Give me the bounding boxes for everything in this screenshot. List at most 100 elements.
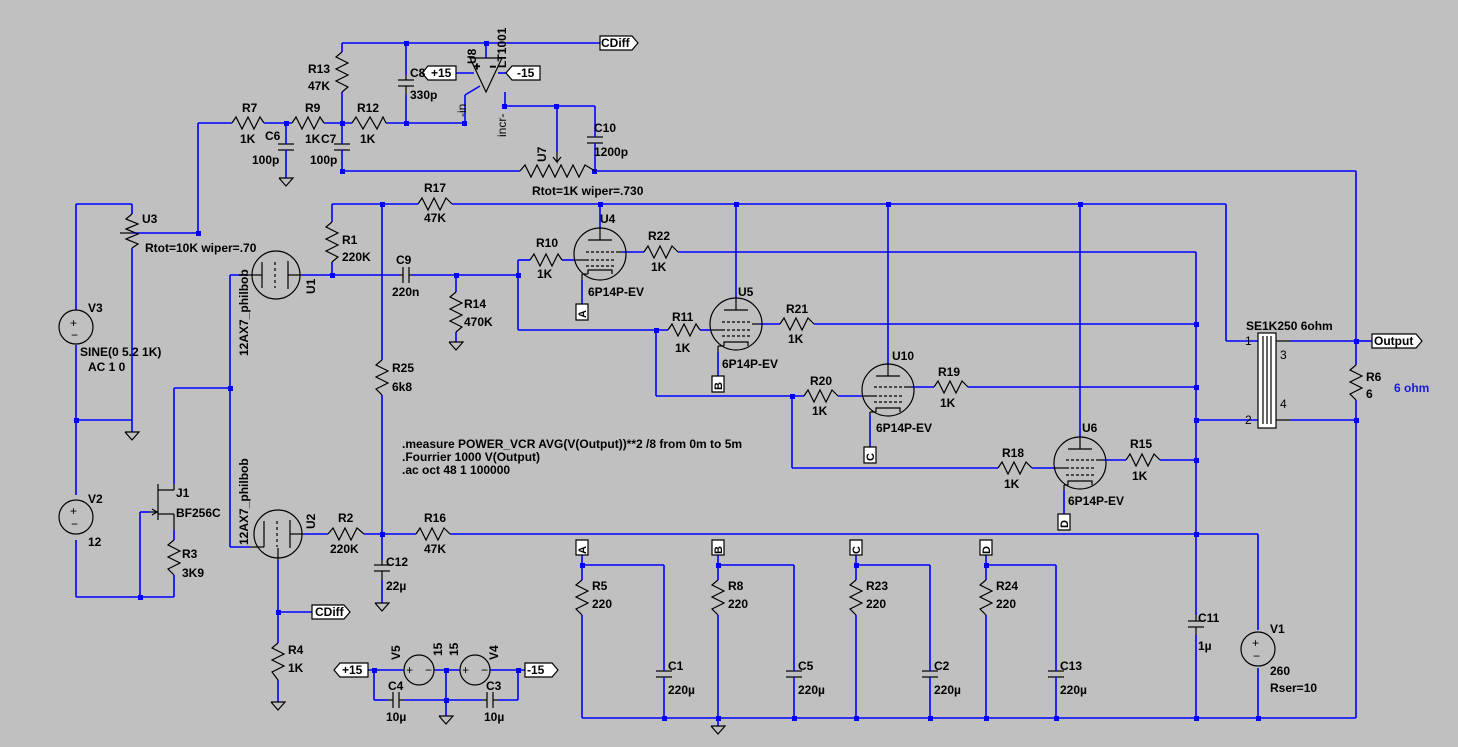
label-r11: R11 <box>672 310 694 324</box>
svg-text:+: + <box>406 663 413 677</box>
value-r10: 1K <box>537 267 553 281</box>
label-v1: V1 <box>1270 622 1285 636</box>
value-r18: 1K <box>1004 477 1020 491</box>
directive-fourier[interactable]: .Fourrier 1000 V(Output) <box>402 450 540 464</box>
svg-text:+: + <box>462 663 469 677</box>
svg-text:−: − <box>1253 649 1260 663</box>
resistor-r17 <box>417 196 453 212</box>
label-v3: V3 <box>88 301 103 315</box>
label-u6: U6 <box>1082 421 1098 435</box>
label-c13: C13 <box>1060 659 1082 673</box>
value-u8: LT1001 <box>495 27 509 68</box>
label-r24: R24 <box>996 579 1018 593</box>
resistor-r19 <box>933 379 969 395</box>
resistor-r20 <box>803 388 839 404</box>
capacitors <box>278 75 1204 708</box>
resistor-r23 <box>848 579 864 616</box>
value-r23: 220 <box>866 597 886 611</box>
flag-cdiff-top: CDiff <box>601 36 631 50</box>
triode-u2 <box>250 509 304 560</box>
svg-text:−: − <box>481 663 488 677</box>
resistor-r6 <box>1348 364 1364 401</box>
label-c6: C6 <box>265 129 281 143</box>
resistor-r15 <box>1125 452 1161 468</box>
svg-text:−: − <box>71 517 78 531</box>
label-r6: R6 <box>1366 370 1382 384</box>
note-r6: 6 ohm <box>1394 381 1429 395</box>
resistor-r16 <box>415 526 451 542</box>
value-j1: BF256C <box>176 506 221 520</box>
value-r2: 220K <box>330 542 359 556</box>
value-r13: 47K <box>308 79 330 93</box>
value-u6: 6P14P-EV <box>1068 494 1124 508</box>
resistor-r9 <box>291 115 325 131</box>
label-r19: R19 <box>938 365 960 379</box>
ac-v3: AC 1 0 <box>88 360 126 374</box>
directive-measure[interactable]: .measure POWER_VCR AVG(V(Output))**2 /8 … <box>402 437 742 451</box>
value-c4: 10µ <box>386 710 406 724</box>
resistor-r21 <box>779 316 815 332</box>
value-u3: Rtot=10K wiper=.70 <box>145 241 257 255</box>
label-v4: 15 <box>447 642 461 656</box>
flag-p15-opamp: +15 <box>431 66 452 80</box>
value-c11: 1µ <box>1198 639 1212 653</box>
resistor-r4 <box>270 642 286 681</box>
pin-2: 2 <box>1245 413 1252 427</box>
label-r20: R20 <box>810 374 832 388</box>
rser-v1: Rser=10 <box>1270 681 1317 695</box>
value-c7: 100p <box>310 153 337 167</box>
value-r9: 1K <box>305 132 321 146</box>
resistor-r2 <box>327 526 365 542</box>
component-labels: R7 1K R9 1K C7 100p C6 100p R12 1K R13 4… <box>80 27 1429 724</box>
label-r7: R7 <box>242 101 258 115</box>
label-c4: C4 <box>388 679 404 693</box>
pin-1: 1 <box>1245 334 1252 348</box>
flag-m15-opamp: -15 <box>517 66 535 80</box>
value-r22: 1K <box>651 260 667 274</box>
label-r2: R2 <box>338 511 354 525</box>
label-u5: U5 <box>738 285 754 299</box>
label-r14: R14 <box>464 297 486 311</box>
label-u3: U3 <box>142 212 158 226</box>
flag-b-cathode: B <box>713 546 725 554</box>
schematic-drawing[interactable]: +− +− +− + − + − + − R7 1K R9 1K C7 100p… <box>0 0 1458 742</box>
directive-ac[interactable]: .ac oct 48 1 100000 <box>402 463 510 477</box>
value-u5: 6P14P-EV <box>722 357 778 371</box>
label-r17: R17 <box>424 181 446 195</box>
value-c2: 220µ <box>934 683 961 697</box>
value-r20: 1K <box>812 404 828 418</box>
value-c9: 220n <box>392 285 419 299</box>
resistor-r11 <box>667 322 701 338</box>
value-c12: 22µ <box>386 579 406 593</box>
label-u7: U7 <box>535 146 549 162</box>
label-r1: R1 <box>342 233 358 247</box>
value-c1: 220µ <box>668 683 695 697</box>
flag-m15-supply: -15 <box>527 663 545 677</box>
flag-c-tube: C <box>865 453 877 461</box>
pentode-u4 <box>573 227 627 281</box>
flag-b-tube: B <box>713 382 725 390</box>
label-c7: C7 <box>321 132 337 146</box>
value-v2: 12 <box>88 535 102 549</box>
label-r3: R3 <box>182 547 198 561</box>
resistor-r1 <box>324 221 340 263</box>
resistor-r8 <box>710 579 726 616</box>
flag-a-cathode: A <box>577 546 589 554</box>
resistor-r25 <box>374 359 390 396</box>
label-c3: C3 <box>486 679 502 693</box>
jfet-j1 <box>150 484 175 530</box>
value-r8: 220 <box>728 597 748 611</box>
value-r19: 1K <box>940 396 956 410</box>
label-r16: R16 <box>424 511 446 525</box>
schematic-canvas[interactable]: + − + − + − + − + − + − R7 1K R9 1K C7 1… <box>0 0 1458 742</box>
value-c5: 220µ <box>798 683 825 697</box>
value-u1: 12AX7_philbob <box>237 269 251 356</box>
value-r3: 3K9 <box>182 566 204 580</box>
spice-directives[interactable]: .measure POWER_VCR AVG(V(Output))**2 /8 … <box>402 437 742 477</box>
value-c10: 1200p <box>594 145 628 159</box>
value-r21: 1K <box>788 332 804 346</box>
label-j1: J1 <box>176 486 190 500</box>
svg-text:+: + <box>70 504 77 518</box>
label-r13: R13 <box>308 62 330 76</box>
flag-cdiff-bottom: CDiff <box>315 605 345 619</box>
